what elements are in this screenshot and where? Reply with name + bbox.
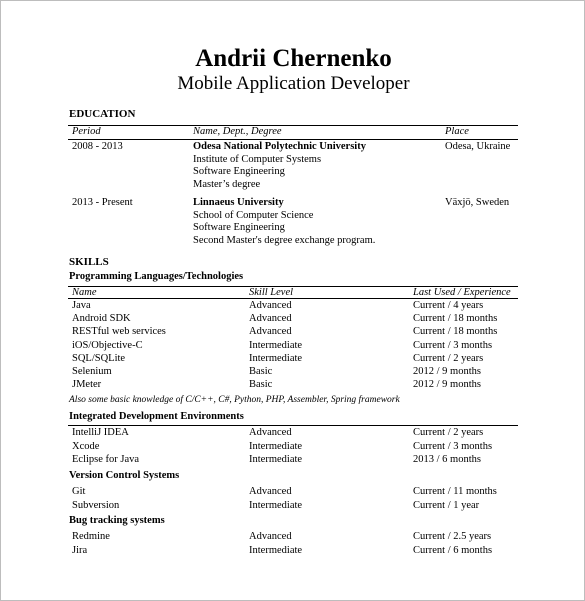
education-col-place: Place <box>445 126 469 137</box>
skill-name: Selenium <box>72 366 112 377</box>
skill-name: iOS/Objective-C <box>72 339 143 351</box>
education-detail: Software Engineering <box>193 222 285 233</box>
skill-name: Git <box>72 486 86 497</box>
skills-col-experience: Last Used / Experience <box>413 287 511 298</box>
education-detail: Software Engineering <box>193 166 285 177</box>
skill-experience: Current / 3 months <box>413 339 493 351</box>
skill-level: Intermediate <box>249 499 303 511</box>
education-heading: EDUCATION <box>69 108 136 120</box>
skills-group-title: Version Control Systems <box>69 470 180 481</box>
skill-experience: Current / 6 months <box>413 544 493 556</box>
skill-name: SQL/SQLite <box>72 352 126 364</box>
skills-group-title: Integrated Development Environments <box>69 411 244 422</box>
skill-experience: 2012 / 9 months <box>413 379 481 391</box>
skills-group-title: Bug tracking systems <box>69 515 165 526</box>
education-detail: Master’s degree <box>193 179 261 190</box>
skill-level: Intermediate <box>249 440 303 452</box>
skill-level: Advanced <box>249 486 292 497</box>
skill-name: Android SDK <box>72 313 131 325</box>
candidate-name: Andrii Chernenko <box>195 45 392 72</box>
skill-name: Xcode <box>72 440 100 452</box>
skills-col-name: Name <box>72 287 97 298</box>
education-place: Växjö, Sweden <box>445 197 510 208</box>
skill-experience: Current / 1 year <box>413 499 480 511</box>
skill-experience: Current / 18 months <box>413 313 498 325</box>
candidate-title: Mobile Application Developer <box>177 73 410 94</box>
skill-experience: Current / 11 months <box>413 486 497 497</box>
education-institution: Odesa National Polytechnic University <box>193 141 366 152</box>
skill-experience: 2013 / 6 months <box>413 454 481 465</box>
education-col-period: Period <box>72 126 101 137</box>
skill-level: Advanced <box>249 313 292 325</box>
skill-level: Advanced <box>249 300 292 311</box>
skill-level: Intermediate <box>249 544 303 556</box>
skills-group-title: Programming Languages/Technologies <box>69 271 244 282</box>
skill-name: Subversion <box>72 499 120 511</box>
education-detail: Second Master's degree exchange program. <box>193 235 376 246</box>
education-period: 2008 - 2013 <box>72 141 123 152</box>
education-period: 2013 - Present <box>72 197 133 208</box>
skills-heading: SKILLS <box>69 256 109 268</box>
skill-experience: Current / 2.5 years <box>413 531 492 542</box>
skill-experience: Current / 18 months <box>413 326 498 338</box>
skill-level: Intermediate <box>249 352 303 364</box>
skill-level: Basic <box>249 366 273 377</box>
education-col-name: Name, Dept., Degree <box>193 126 282 137</box>
skill-name: RESTful web services <box>72 326 166 338</box>
skill-level: Advanced <box>249 531 292 542</box>
skill-name: Java <box>72 300 91 311</box>
skill-level: Intermediate <box>249 454 303 465</box>
skill-experience: Current / 4 years <box>413 300 484 311</box>
skill-experience: Current / 3 months <box>413 440 493 452</box>
skills-col-level: Skill Level <box>249 287 294 298</box>
skill-level: Basic <box>249 379 273 391</box>
skill-experience: Current / 2 years <box>413 427 484 438</box>
education-place: Odesa, Ukraine <box>445 141 511 152</box>
skill-name: IntelliJ IDEA <box>72 427 129 438</box>
skill-name: Eclipse for Java <box>72 454 140 465</box>
skill-level: Intermediate <box>249 339 303 351</box>
skill-level: Advanced <box>249 427 292 438</box>
skill-level: Advanced <box>249 326 292 338</box>
skill-name: JMeter <box>72 379 102 391</box>
skill-experience: Current / 2 years <box>413 352 484 364</box>
skill-name: Jira <box>72 544 88 556</box>
education-institution: Linnaeus University <box>193 197 284 208</box>
resume-page: Andrii Chernenko Mobile Application Deve… <box>0 0 585 601</box>
skill-name: Redmine <box>72 531 110 542</box>
skill-experience: 2012 / 9 months <box>413 366 481 377</box>
skills-note: Also some basic knowledge of C/C++, C#, … <box>69 395 400 405</box>
